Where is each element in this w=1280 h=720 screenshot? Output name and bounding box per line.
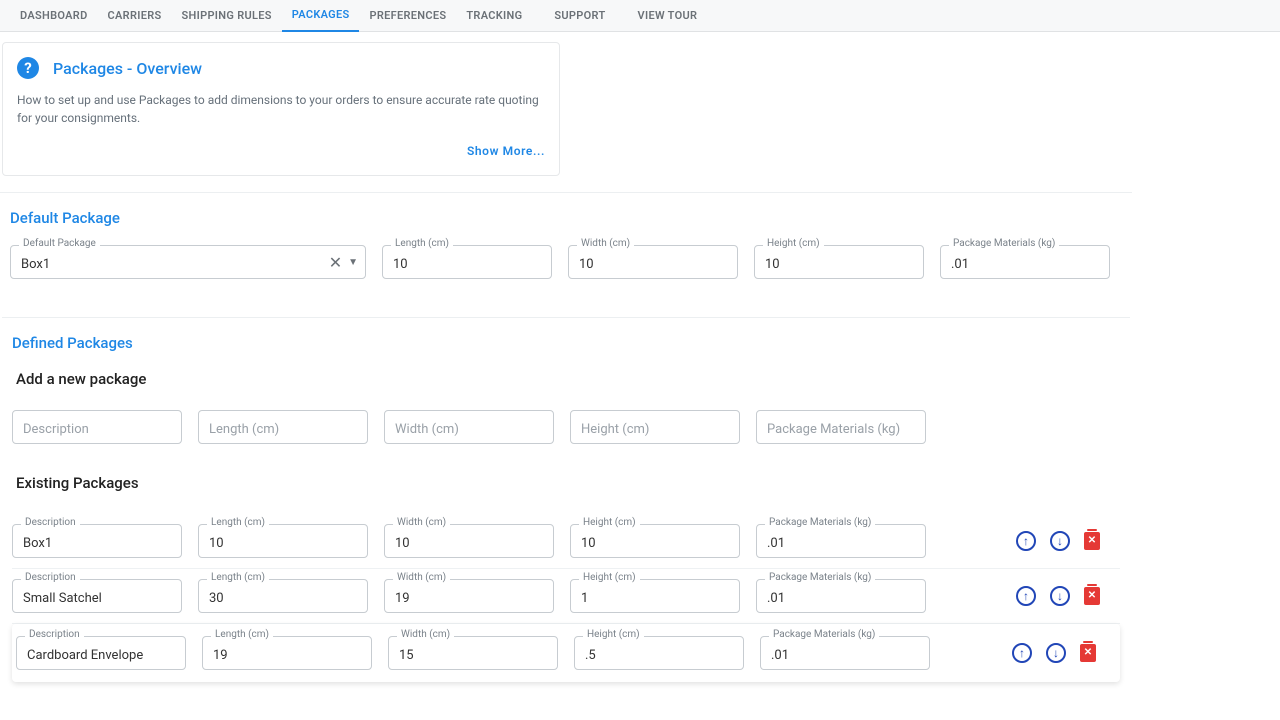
- row-description-input[interactable]: [12, 579, 182, 613]
- length-label: Length (cm): [207, 517, 269, 528]
- move-up-button[interactable]: ↑: [1016, 586, 1036, 606]
- row-width-input[interactable]: [388, 636, 558, 670]
- clear-icon[interactable]: ✕: [327, 251, 344, 274]
- defined-packages-section: Defined Packages Add a new package Exist…: [2, 317, 1130, 704]
- overview-card: ? Packages - Overview How to set up and …: [2, 42, 560, 176]
- row-length-input[interactable]: [198, 579, 368, 613]
- row-width-input[interactable]: [384, 524, 554, 558]
- default-package-label: Default Package: [19, 238, 100, 249]
- height-label: Height (cm): [583, 629, 644, 640]
- overview-description: How to set up and use Packages to add di…: [17, 91, 545, 127]
- width-label: Width (cm): [577, 238, 634, 249]
- description-label: Description: [21, 572, 80, 583]
- defined-packages-heading: Defined Packages: [12, 334, 1120, 352]
- nav-view-tour[interactable]: VIEW TOUR: [628, 0, 708, 31]
- width-label: Width (cm): [393, 572, 450, 583]
- length-label: Length (cm): [391, 238, 453, 249]
- delete-button[interactable]: ✕: [1084, 587, 1100, 605]
- length-label: Length (cm): [207, 572, 269, 583]
- top-nav: DASHBOARD CARRIERS SHIPPING RULES PACKAG…: [0, 0, 1280, 32]
- row-height-input[interactable]: [570, 524, 740, 558]
- nav-packages[interactable]: PACKAGES: [282, 0, 360, 32]
- row-description-input[interactable]: [12, 524, 182, 558]
- nav-shipping-rules[interactable]: SHIPPING RULES: [172, 0, 282, 31]
- move-up-button[interactable]: ↑: [1012, 643, 1032, 663]
- move-up-button[interactable]: ↑: [1016, 531, 1036, 551]
- row-materials-input[interactable]: [760, 636, 930, 670]
- nav-preferences[interactable]: PREFERENCES: [359, 0, 456, 31]
- materials-label: Package Materials (kg): [765, 572, 875, 583]
- description-label: Description: [21, 517, 80, 528]
- nav-carriers[interactable]: CARRIERS: [98, 0, 172, 31]
- package-row: Description Length (cm) Width (cm) Height (…: [12, 624, 1120, 682]
- description-label: Description: [25, 629, 84, 640]
- materials-label: Package Materials (kg): [769, 629, 879, 640]
- delete-button[interactable]: ✕: [1084, 532, 1100, 550]
- height-label: Height (cm): [579, 517, 640, 528]
- add-length-input[interactable]: [198, 410, 368, 444]
- nav-support[interactable]: SUPPORT: [544, 0, 615, 31]
- add-materials-input[interactable]: [756, 410, 926, 444]
- nav-dashboard[interactable]: DASHBOARD: [10, 0, 98, 31]
- delete-icon: ✕: [1088, 536, 1096, 546]
- default-package-select[interactable]: [10, 245, 366, 279]
- width-label: Width (cm): [393, 517, 450, 528]
- row-description-input[interactable]: [16, 636, 186, 670]
- default-package-heading: Default Package: [10, 209, 1122, 227]
- add-height-input[interactable]: [570, 410, 740, 444]
- row-height-input[interactable]: [570, 579, 740, 613]
- row-length-input[interactable]: [202, 636, 372, 670]
- package-row: Description Length (cm) Width (cm) Height (…: [12, 569, 1120, 624]
- add-package-heading: Add a new package: [16, 370, 1120, 388]
- package-row: Description Length (cm) Width (cm) Height (…: [12, 514, 1120, 569]
- height-label: Height (cm): [579, 572, 640, 583]
- help-icon: ?: [17, 57, 39, 79]
- default-materials-input[interactable]: [940, 245, 1110, 279]
- height-label: Height (cm): [763, 238, 824, 249]
- row-length-input[interactable]: [198, 524, 368, 558]
- chevron-down-icon[interactable]: ▼: [346, 255, 360, 270]
- overview-title: Packages - Overview: [53, 59, 202, 78]
- move-down-button[interactable]: ↓: [1050, 531, 1070, 551]
- delete-icon: ✕: [1084, 648, 1092, 658]
- width-label: Width (cm): [397, 629, 454, 640]
- length-label: Length (cm): [211, 629, 273, 640]
- add-description-input[interactable]: [12, 410, 182, 444]
- default-width-input[interactable]: [568, 245, 738, 279]
- row-materials-input[interactable]: [756, 579, 926, 613]
- move-down-button[interactable]: ↓: [1050, 586, 1070, 606]
- delete-icon: ✕: [1088, 591, 1096, 601]
- row-width-input[interactable]: [384, 579, 554, 613]
- nav-tracking[interactable]: TRACKING: [456, 0, 532, 31]
- row-materials-input[interactable]: [756, 524, 926, 558]
- default-length-input[interactable]: [382, 245, 552, 279]
- default-package-section: Default Package Default Package ✕ ▼ Leng…: [0, 192, 1132, 301]
- default-height-input[interactable]: [754, 245, 924, 279]
- add-width-input[interactable]: [384, 410, 554, 444]
- row-height-input[interactable]: [574, 636, 744, 670]
- move-down-button[interactable]: ↓: [1046, 643, 1066, 663]
- existing-packages-heading: Existing Packages: [16, 474, 1120, 492]
- materials-label: Package Materials (kg): [765, 517, 875, 528]
- show-more-link[interactable]: Show More...: [467, 144, 545, 158]
- materials-label: Package Materials (kg): [949, 238, 1059, 249]
- delete-button[interactable]: ✕: [1080, 644, 1096, 662]
